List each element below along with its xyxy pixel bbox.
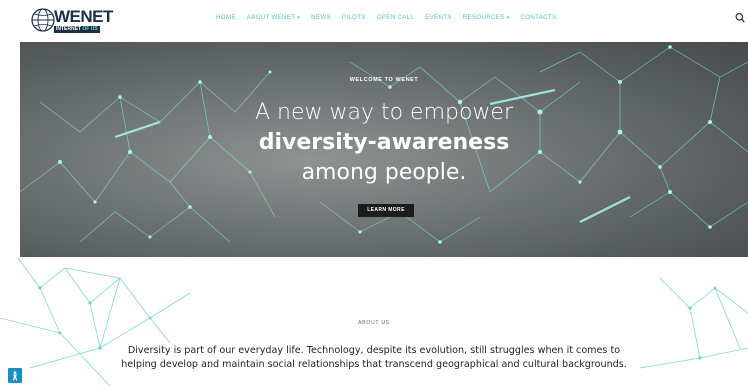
nav-home-label: HOME — [216, 14, 236, 21]
about-description: Diversity is part of our everyday life. … — [121, 345, 627, 370]
hero-headline-line-1: A new way to empower — [254, 100, 514, 125]
accessibility-button[interactable] — [8, 368, 22, 383]
nav-pilots-label: PILOTS — [341, 14, 366, 21]
logo-wordmark: WENET — [54, 7, 113, 26]
hero-banner: WELCOME TO WENET A new way to empower di… — [20, 42, 748, 257]
logo-tagline-a: INTERNET — [56, 26, 81, 32]
hero-headline-line-3: among people. — [301, 160, 467, 185]
nav-resources[interactable]: RESOURCES ▾ — [463, 14, 510, 21]
logo-tagline: INTERNET OF US — [54, 26, 100, 33]
accessibility-icon — [12, 370, 18, 380]
site-header: WENET INTERNET OF US HOME ABOUT WENET ▾ N… — [0, 0, 748, 40]
nav-open-call-label: OPEN CALL — [376, 14, 415, 21]
chevron-down-icon: ▾ — [506, 14, 510, 21]
wenet-logo[interactable]: WENET INTERNET OF US — [30, 6, 116, 36]
nav-pilots[interactable]: PILOTS — [342, 14, 366, 21]
nav-contacts-label: CONTACTS — [520, 14, 557, 21]
hero-headline-line-2: diversity-awareness — [258, 130, 510, 155]
nav-about-wenet-label: ABOUT WENET — [246, 14, 296, 21]
nav-contacts[interactable]: CONTACTS — [520, 14, 556, 21]
learn-more-button[interactable]: LEARN MORE — [358, 204, 414, 217]
nav-news[interactable]: NEWS — [311, 14, 331, 21]
nav-open-call[interactable]: OPEN CALL — [377, 14, 414, 21]
about-eyebrow: ABOUT US — [358, 320, 390, 326]
chevron-down-icon: ▾ — [297, 14, 301, 21]
logo-tagline-b: OF US — [82, 26, 98, 32]
nav-resources-label: RESOURCES — [462, 14, 505, 21]
hero-eyebrow: WELCOME TO WENET — [349, 77, 419, 83]
nav-events-label: EVENTS — [425, 14, 452, 21]
search-icon[interactable] — [735, 12, 745, 24]
nav-events[interactable]: EVENTS — [425, 14, 452, 21]
page: WENET INTERNET OF US HOME ABOUT WENET ▾ N… — [0, 0, 748, 386]
main-nav: HOME ABOUT WENET ▾ NEWS PILOTS OPEN CALL … — [216, 14, 567, 21]
nav-home[interactable]: HOME — [216, 14, 236, 21]
nav-about-wenet[interactable]: ABOUT WENET ▾ — [247, 14, 300, 21]
about-section: ABOUT US Diversity is part of our everyd… — [0, 258, 748, 386]
globe-icon — [31, 8, 55, 32]
nav-news-label: NEWS — [311, 14, 331, 21]
